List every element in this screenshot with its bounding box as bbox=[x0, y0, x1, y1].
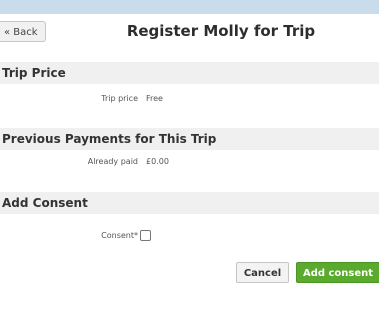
consent-label: Consent* bbox=[101, 231, 138, 240]
page-header: « Back Register Molly for Trip bbox=[0, 14, 379, 52]
page-title: Register Molly for Trip bbox=[126, 22, 316, 40]
trip-price-value: Free bbox=[146, 94, 163, 103]
cancel-button[interactable]: Cancel bbox=[236, 262, 289, 283]
already-paid-row: Already paid £0.00 bbox=[0, 153, 379, 171]
browser-top-bar bbox=[0, 0, 379, 14]
section-heading-previous-payments: Previous Payments for This Trip bbox=[0, 128, 379, 150]
already-paid-label: Already paid bbox=[87, 157, 138, 166]
back-button[interactable]: « Back bbox=[0, 21, 46, 42]
already-paid-value: £0.00 bbox=[146, 157, 169, 166]
consent-checkbox[interactable] bbox=[140, 230, 151, 241]
add-consent-button[interactable]: Add consent bbox=[296, 262, 379, 283]
trip-price-row: Trip price Free bbox=[0, 90, 379, 108]
consent-row: Consent* bbox=[0, 227, 379, 245]
trip-price-label: Trip price bbox=[101, 94, 138, 103]
section-heading-add-consent: Add Consent bbox=[0, 192, 379, 214]
section-heading-trip-price: Trip Price bbox=[0, 62, 379, 84]
